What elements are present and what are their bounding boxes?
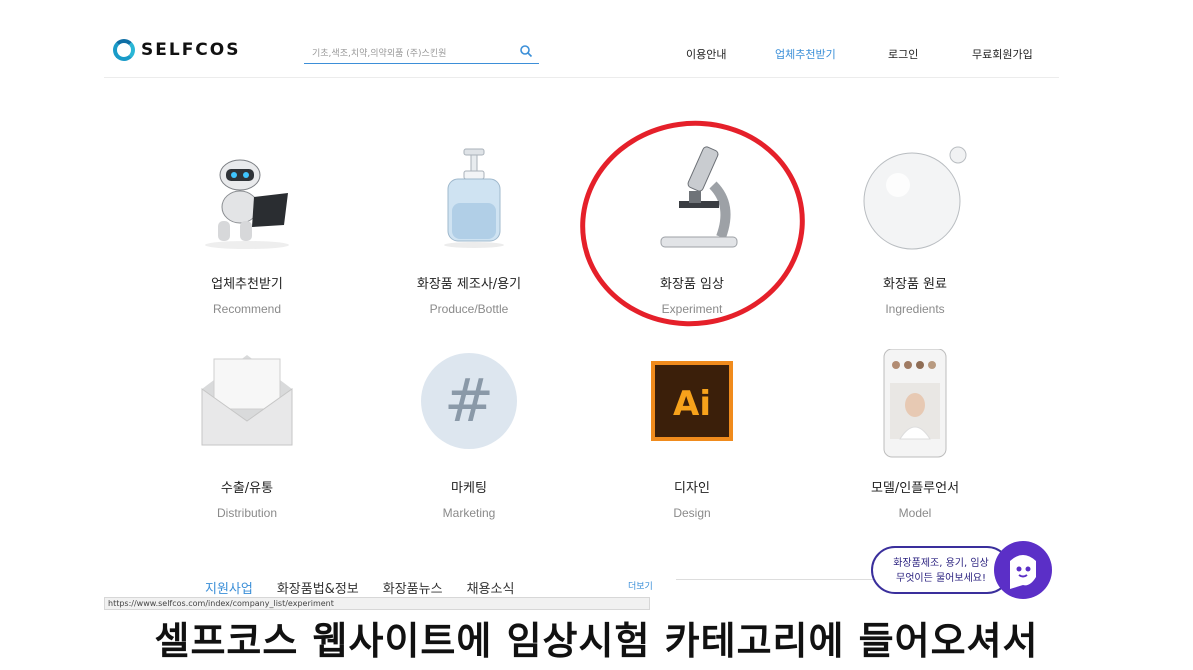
category-ingredients[interactable]: 화장품 원료 Ingredients (820, 145, 1010, 316)
chat-line-1: 화장품제조, 용기, 임상 (893, 558, 989, 569)
search-placeholder: 기초,색조,치약,의약외품 (주)스킨원 (312, 49, 447, 59)
divider (676, 579, 886, 580)
nav-signup[interactable]: 무료회원가입 (972, 46, 1033, 62)
envelope-icon (192, 349, 302, 459)
nav-guide[interactable]: 이용안내 (686, 46, 726, 62)
category-title: 수출/유통 (220, 481, 274, 496)
more-link[interactable]: 더보기 (628, 579, 653, 592)
category-distribution[interactable]: 수출/유통 Distribution (152, 349, 342, 520)
logo-text: SELFCOS (141, 40, 241, 60)
hashtag-glyph: # (444, 366, 494, 436)
site-header: SELFCOS 기초,색조,치약,의약외품 (주)스킨원 이용안내 업체추천받기… (104, 30, 1059, 78)
pump-bottle-icon (414, 145, 524, 255)
chatbot-icon[interactable] (994, 541, 1052, 599)
category-recommend[interactable]: 업체추천받기 Recommend (152, 145, 342, 316)
search-input[interactable]: 기초,색조,치약,의약외품 (주)스킨원 (304, 42, 539, 64)
chat-bubble[interactable]: 화장품제조, 용기, 임상 무엇이든 물어보세요! (871, 546, 1011, 594)
tab-news[interactable]: 화장품뉴스 (383, 578, 443, 597)
category-subtitle: Distribution (216, 506, 278, 520)
category-title: 마케팅 (451, 481, 487, 496)
category-subtitle: Model (898, 506, 932, 520)
category-subtitle: Recommend (212, 302, 282, 316)
search-icon[interactable] (519, 44, 533, 58)
category-subtitle: Produce/Bottle (429, 302, 509, 316)
ai-glyph: Ai (673, 384, 711, 424)
category-title: 화장품 제조사/용기 (416, 277, 522, 292)
logo[interactable]: SELFCOS (113, 39, 240, 61)
category-model[interactable]: 모델/인플루언서 Model (820, 348, 1010, 520)
category-produce-bottle[interactable]: 화장품 제조사/용기 Produce/Bottle (374, 145, 564, 316)
category-title: 업체추천받기 (211, 277, 283, 292)
category-title: 디자인 (674, 481, 710, 496)
robot-laptop-icon (192, 145, 302, 255)
category-title: 화장품 원료 (883, 277, 947, 292)
info-tabs: 지원사업 화장품법&정보 화장품뉴스 채용소식 (205, 578, 514, 597)
category-marketing[interactable]: # 마케팅 Marketing (374, 349, 564, 520)
nav-login[interactable]: 로그인 (888, 46, 918, 62)
logo-mark-icon (113, 39, 135, 61)
tab-law-info[interactable]: 화장품법&정보 (277, 578, 359, 597)
chat-line-2: 무엇이든 물어보세요! (896, 573, 986, 584)
hashtag-icon: # (414, 349, 524, 459)
tab-support[interactable]: 지원사업 (205, 578, 253, 597)
video-caption: 셀프코스 웹사이트에 임상시험 카테고리에 들어오셔서 (154, 619, 1039, 663)
category-title: 모델/인플루언서 (870, 481, 960, 496)
tab-jobs[interactable]: 채용소식 (467, 578, 515, 597)
category-subtitle: Design (673, 506, 711, 520)
nav-recommend[interactable]: 업체추천받기 (775, 46, 836, 62)
category-design[interactable]: Ai 디자인 Design (597, 349, 787, 520)
bubble-icon (860, 145, 970, 255)
category-subtitle: Ingredients (885, 302, 945, 316)
category-subtitle: Marketing (442, 506, 496, 520)
status-bar-url: https://www.selfcos.com/index/company_li… (104, 597, 650, 610)
illustrator-icon: Ai (637, 349, 747, 459)
phone-model-icon (860, 348, 970, 459)
